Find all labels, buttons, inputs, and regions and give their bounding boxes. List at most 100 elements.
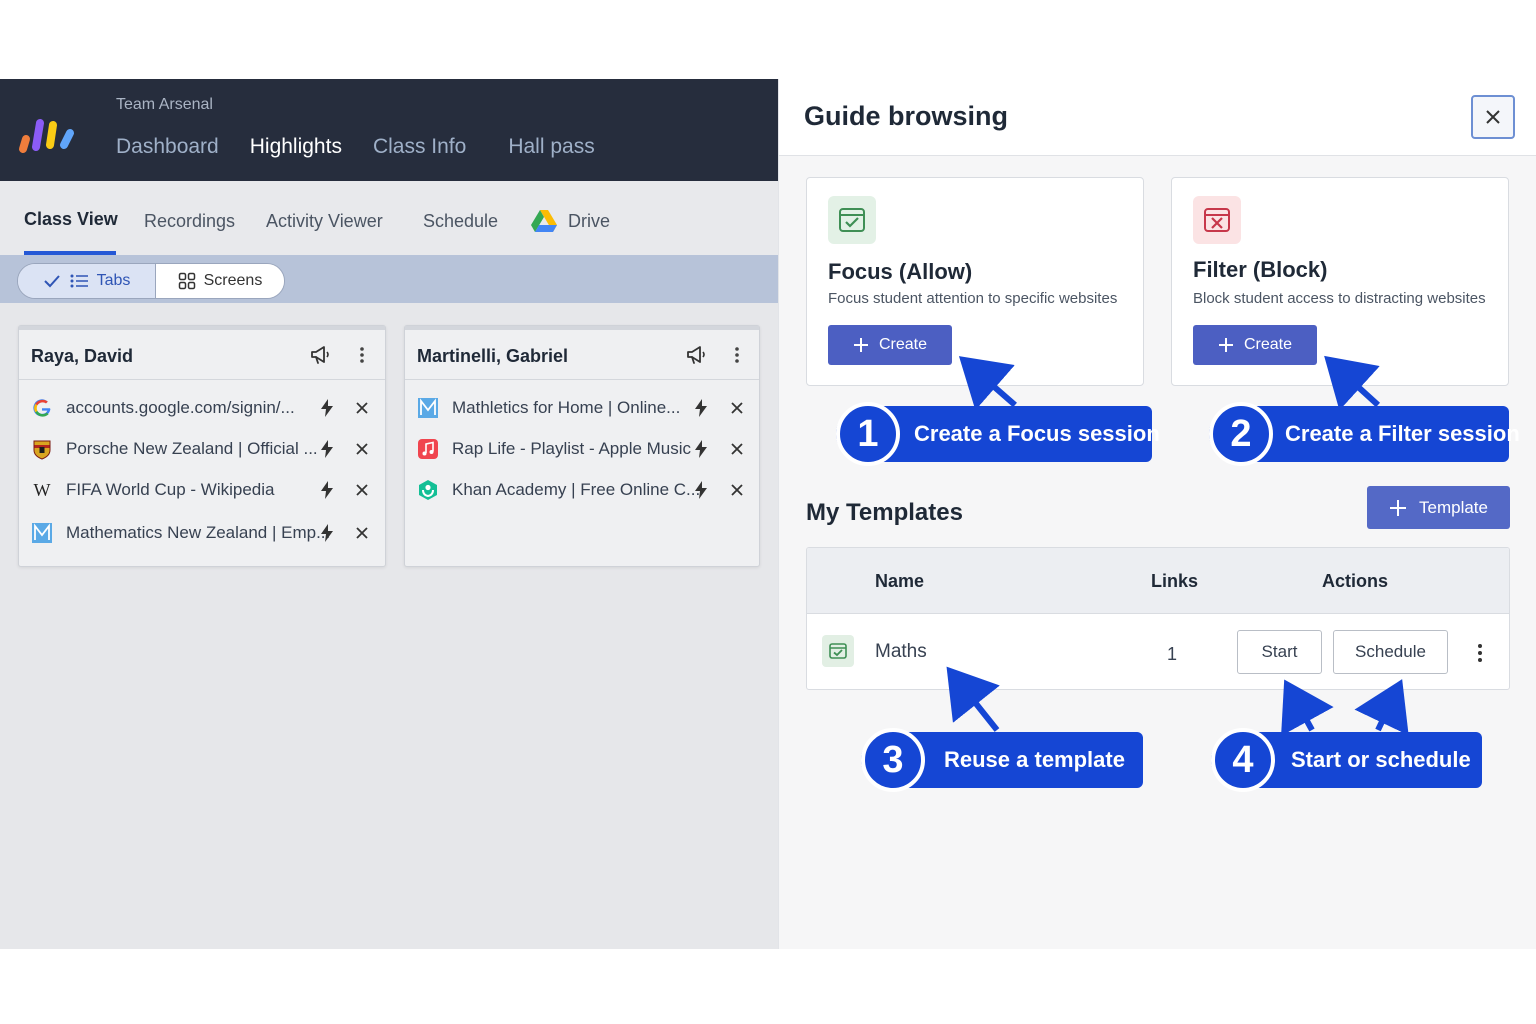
add-template-button[interactable]: Template	[1367, 486, 1510, 529]
student-card-header: Martinelli, Gabriel	[405, 330, 759, 380]
templates-heading: My Templates	[806, 499, 963, 526]
table-row: Maths 1 Start Schedule	[807, 614, 1509, 689]
callout-text: Reuse a template	[944, 747, 1125, 772]
callout-number: 1	[836, 402, 900, 466]
check-icon	[43, 275, 60, 288]
lightning-icon[interactable]	[319, 439, 335, 459]
plus-icon	[853, 338, 868, 352]
add-template-label: Template	[1419, 497, 1488, 517]
close-icon[interactable]	[729, 482, 745, 498]
filter-card: Filter (Block) Block student access to d…	[1171, 177, 1509, 386]
callout-number: 2	[1209, 402, 1273, 466]
top-nav-hall-pass[interactable]: Hall pass	[508, 135, 594, 159]
focus-browser-icon	[828, 196, 876, 244]
list-icon	[70, 274, 88, 288]
student-tab-row[interactable]: Rap Life - Playlist - Apple Music	[405, 429, 759, 469]
lightning-icon[interactable]	[319, 523, 335, 543]
student-name: Raya, David	[31, 346, 134, 366]
schedule-button[interactable]: Schedule	[1333, 630, 1448, 674]
callout-2: 2 Create a Filter session	[1209, 402, 1520, 466]
focus-card: Focus (Allow) Focus student attention to…	[806, 177, 1144, 386]
top-nav-dashboard[interactable]: Dashboard	[116, 135, 219, 159]
focus-template-icon	[822, 635, 854, 667]
tab-recordings[interactable]: Recordings	[144, 211, 235, 232]
create-filter-button[interactable]: Create	[1193, 325, 1317, 365]
tabs-view-button[interactable]: Tabs	[18, 264, 156, 298]
start-button[interactable]: Start	[1237, 630, 1322, 674]
tab-title: Porsche New Zealand | Official ...	[66, 439, 318, 458]
templates-table: Name Links Actions Maths 1 Start Schedul…	[806, 547, 1510, 690]
khan-academy-icon	[419, 480, 437, 500]
megaphone-icon[interactable]	[309, 344, 331, 366]
lightning-icon[interactable]	[319, 398, 335, 418]
lightning-icon[interactable]	[693, 398, 709, 418]
template-links-count: 1	[1167, 644, 1178, 664]
lightning-icon[interactable]	[693, 480, 709, 500]
screens-view-button[interactable]: Screens	[155, 264, 284, 298]
callout-4: 4 Start or schedule	[1211, 728, 1482, 792]
student-tab-row[interactable]: W FIFA World Cup - Wikipedia	[19, 470, 385, 510]
student-tab-row[interactable]: Mathematics New Zealand | Emp...	[19, 513, 385, 553]
top-nav-class-info[interactable]: Class Info	[373, 135, 466, 159]
top-nav: Dashboard Highlights Class Info Hall pas…	[116, 135, 626, 159]
tab-title: Mathematics New Zealand | Emp...	[66, 523, 331, 542]
tab-schedule[interactable]: Schedule	[423, 211, 498, 232]
more-options-icon[interactable]	[357, 344, 367, 366]
student-name: Martinelli, Gabriel	[417, 346, 569, 366]
student-tab-row[interactable]: Khan Academy | Free Online C...	[405, 470, 759, 510]
student-tab-row[interactable]: Porsche New Zealand | Official ...	[19, 429, 385, 469]
close-icon[interactable]	[354, 482, 370, 498]
wikipedia-icon: W	[34, 480, 51, 500]
table-header: Name Links Actions	[807, 548, 1509, 614]
close-icon[interactable]	[354, 441, 370, 457]
student-tab-row[interactable]: Mathletics for Home | Online...	[405, 388, 759, 428]
tab-drive[interactable]: Drive	[568, 211, 610, 232]
close-icon[interactable]	[729, 441, 745, 457]
lightning-icon[interactable]	[693, 439, 709, 459]
create-focus-button[interactable]: Create	[828, 325, 952, 365]
close-icon[interactable]	[354, 400, 370, 416]
create-filter-label: Create	[1243, 336, 1293, 353]
classroom-app: Team Arsenal Dashboard Highlights Class …	[0, 79, 778, 949]
student-card: Martinelli, Gabriel Mathletics for Home …	[404, 325, 760, 567]
close-icon[interactable]	[354, 525, 370, 541]
guide-browsing-panel: Guide browsing Focus (Allow) Focus stude…	[778, 79, 1536, 949]
focus-description: Focus student attention to specific webs…	[828, 290, 1118, 307]
more-options-icon[interactable]	[1475, 641, 1485, 665]
callout-text: Start or schedule	[1291, 747, 1471, 772]
top-nav-highlights[interactable]: Highlights	[250, 135, 342, 159]
close-icon	[1486, 110, 1500, 124]
mathletics-icon	[418, 398, 438, 418]
close-panel-button[interactable]	[1471, 95, 1515, 139]
more-options-icon[interactable]	[732, 344, 742, 366]
close-icon[interactable]	[729, 400, 745, 416]
view-toggle: Tabs Screens	[17, 263, 285, 299]
callout-text: Create a Focus session	[914, 421, 1160, 446]
student-tab-row[interactable]: accounts.google.com/signin/...	[19, 388, 385, 428]
callout-1: 1 Create a Focus session	[836, 402, 1160, 466]
team-name: Team Arsenal	[116, 96, 213, 113]
tab-title: Mathletics for Home | Online...	[452, 398, 681, 417]
mathletics-icon	[32, 523, 52, 543]
student-card-header: Raya, David	[19, 330, 385, 380]
tab-title: FIFA World Cup - Wikipedia	[66, 480, 275, 499]
template-name[interactable]: Maths	[875, 641, 927, 663]
tab-class-view[interactable]: Class View	[24, 209, 118, 230]
tab-activity-viewer[interactable]: Activity Viewer	[266, 211, 383, 232]
megaphone-icon[interactable]	[685, 344, 707, 366]
column-name: Name	[875, 571, 925, 591]
sub-nav: Class View Recordings Activity Viewer Sc…	[0, 181, 778, 255]
student-card: Raya, David accounts.google.com/signin/.…	[18, 325, 386, 567]
screens-view-label: Screens	[203, 272, 263, 289]
svg-text:W: W	[34, 480, 51, 500]
lightning-icon[interactable]	[319, 480, 335, 500]
apple-music-icon	[418, 439, 438, 459]
create-focus-label: Create	[878, 336, 928, 353]
app-logo-icon	[19, 119, 74, 153]
focus-title: Focus (Allow)	[828, 259, 973, 284]
filter-browser-icon	[1193, 196, 1241, 244]
panel-title: Guide browsing	[804, 101, 1009, 131]
tab-title: accounts.google.com/signin/...	[66, 398, 295, 417]
callout-number: 3	[861, 728, 925, 792]
google-icon	[33, 399, 51, 417]
